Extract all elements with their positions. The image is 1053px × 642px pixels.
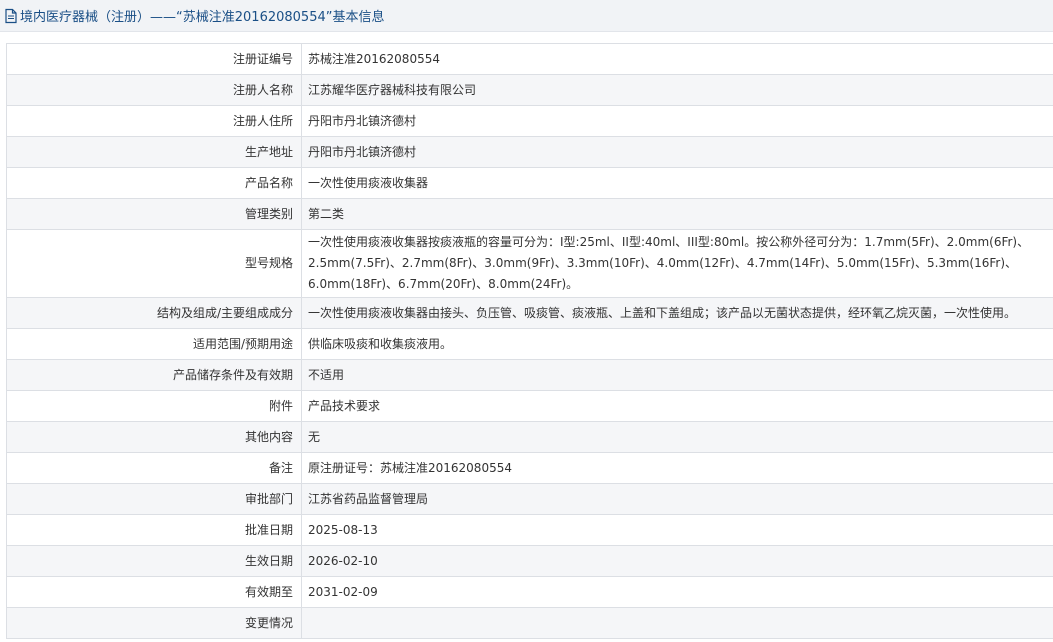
row-value: 2025-08-13 xyxy=(301,514,1053,546)
row-label: 生产地址 xyxy=(6,136,302,168)
row-value: 2031-02-09 xyxy=(301,576,1053,608)
detail-table: 注册证编号 苏械注准20162080554 注册人名称 江苏耀华医疗器械科技有限… xyxy=(6,43,1053,639)
row-label: 适用范围/预期用途 xyxy=(6,328,302,360)
row-value: 产品技术要求 xyxy=(301,390,1053,422)
row-label: 其他内容 xyxy=(6,421,302,453)
row-label: 变更情况 xyxy=(6,607,302,639)
row-value: 江苏省药品监督管理局 xyxy=(301,483,1053,515)
page-subtitle: ——“苏械注准20162080554”基本信息 xyxy=(150,10,385,25)
row-label: 备注 xyxy=(6,452,302,484)
row-value: 江苏耀华医疗器械科技有限公司 xyxy=(301,74,1053,106)
row-label: 注册人名称 xyxy=(6,74,302,106)
row-value: 无 xyxy=(301,421,1053,453)
row-label: 型号规格 xyxy=(6,229,302,298)
table-row: 适用范围/预期用途 供临床吸痰和收集痰液用。 xyxy=(6,328,1053,360)
row-value: 一次性使用痰液收集器按痰液瓶的容量可分为：I型:25ml、II型:40ml、II… xyxy=(301,229,1053,298)
table-row: 有效期至 2031-02-09 xyxy=(6,576,1053,608)
row-label: 注册人住所 xyxy=(6,105,302,137)
table-row: 其他内容 无 xyxy=(6,421,1053,453)
row-label: 产品储存条件及有效期 xyxy=(6,359,302,391)
row-label: 批准日期 xyxy=(6,514,302,546)
table-row: 注册人住所 丹阳市丹北镇济德村 xyxy=(6,105,1053,137)
row-label: 审批部门 xyxy=(6,483,302,515)
detail-table-container: 注册证编号 苏械注准20162080554 注册人名称 江苏耀华医疗器械科技有限… xyxy=(6,43,1053,639)
row-value: 丹阳市丹北镇济德村 xyxy=(301,136,1053,168)
row-value: 一次性使用痰液收集器由接头、负压管、吸痰管、痰液瓶、上盖和下盖组成；该产品以无菌… xyxy=(301,297,1053,329)
row-value: 一次性使用痰液收集器 xyxy=(301,167,1053,199)
row-label: 附件 xyxy=(6,390,302,422)
table-row: 产品名称 一次性使用痰液收集器 xyxy=(6,167,1053,199)
table-row: 变更情况 xyxy=(6,607,1053,639)
table-row: 产品储存条件及有效期 不适用 xyxy=(6,359,1053,391)
table-row: 生产地址 丹阳市丹北镇济德村 xyxy=(6,136,1053,168)
table-row: 附件 产品技术要求 xyxy=(6,390,1053,422)
table-row: 结构及组成/主要组成成分 一次性使用痰液收集器由接头、负压管、吸痰管、痰液瓶、上… xyxy=(6,297,1053,329)
table-row: 生效日期 2026-02-10 xyxy=(6,545,1053,577)
table-row: 审批部门 江苏省药品监督管理局 xyxy=(6,483,1053,515)
page-title-bar: 境内医疗器械（注册） ——“苏械注准20162080554”基本信息 xyxy=(0,0,1053,32)
row-value: 丹阳市丹北镇济德村 xyxy=(301,105,1053,137)
table-row: 注册人名称 江苏耀华医疗器械科技有限公司 xyxy=(6,74,1053,106)
row-label: 有效期至 xyxy=(6,576,302,608)
page-title: 境内医疗器械（注册） xyxy=(20,10,151,25)
table-row: 备注 原注册证号：苏械注准20162080554 xyxy=(6,452,1053,484)
table-row: 注册证编号 苏械注准20162080554 xyxy=(6,43,1053,75)
table-row: 型号规格 一次性使用痰液收集器按痰液瓶的容量可分为：I型:25ml、II型:40… xyxy=(6,229,1053,298)
row-value xyxy=(301,607,1053,639)
row-label: 管理类别 xyxy=(6,198,302,230)
table-row: 管理类别 第二类 xyxy=(6,198,1053,230)
row-value: 不适用 xyxy=(301,359,1053,391)
row-label: 结构及组成/主要组成成分 xyxy=(6,297,302,329)
row-value: 苏械注准20162080554 xyxy=(301,43,1053,75)
row-value: 供临床吸痰和收集痰液用。 xyxy=(301,328,1053,360)
row-value: 2026-02-10 xyxy=(301,545,1053,577)
table-row: 批准日期 2025-08-13 xyxy=(6,514,1053,546)
row-value: 第二类 xyxy=(301,198,1053,230)
row-label: 注册证编号 xyxy=(6,43,302,75)
document-icon xyxy=(4,8,18,24)
row-value: 原注册证号：苏械注准20162080554 xyxy=(301,452,1053,484)
row-label: 产品名称 xyxy=(6,167,302,199)
row-label: 生效日期 xyxy=(6,545,302,577)
